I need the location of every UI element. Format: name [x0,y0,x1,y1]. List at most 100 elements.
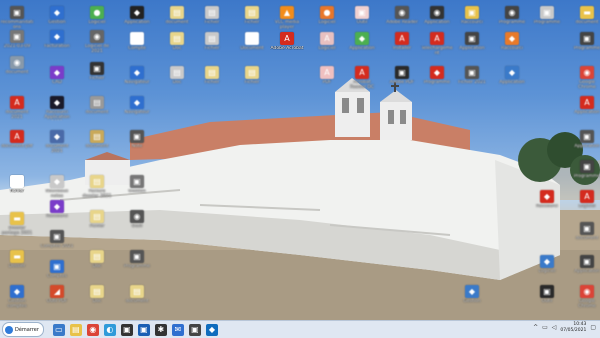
app-icon[interactable]: ▣ [188,323,201,336]
file-icon: ▤ [130,285,144,298]
desktop-icon[interactable]: ▬ Dossier [0,250,34,269]
desktop-icon[interactable]: ▣ Programme [570,32,600,51]
desktop-icon[interactable]: ▤ fichier [0,175,34,194]
desktop-icon[interactable]: ▣ Comptes [40,260,74,279]
edge-icon[interactable]: ◐ [103,323,116,336]
notifications-icon[interactable]: ▢ [590,324,596,331]
start-button[interactable]: Démarrer [2,322,44,337]
desktop-icon-label: Compte [128,46,146,51]
desktop-icon[interactable]: Adocument 2021 [0,96,34,120]
desktop-icon[interactable]: ▣ Adobe PDF [385,66,419,85]
desktop-icon[interactable]: ▣ Programme [570,160,600,179]
desktop-icon[interactable]: A Logiciel [570,190,600,209]
desktop-icon[interactable]: ◆ Gestion [455,285,489,304]
chrome-icon[interactable]: ◉ [86,323,99,336]
desktop-icon[interactable]: ▤ Document [235,32,269,51]
desktop-icon[interactable]: ▣ Application [570,130,600,149]
desktop-icon[interactable]: ◉ Application [420,6,454,25]
desktop-icon[interactable]: ▣ document [570,222,600,241]
desktop-icon[interactable]: A Logiciel [310,32,344,51]
desktop-icon[interactable]: Adocument pdf [0,130,34,149]
outlook-icon[interactable]: ◆ [205,323,218,336]
desktop-icon[interactable]: ▤ Fichier [80,210,114,229]
desktop-icon[interactable]: ◆ Programme [420,66,454,85]
desktop-icon[interactable]: ▤ Fichier [195,6,229,25]
desktop-icon[interactable]: ● Logiciel [310,6,344,25]
desktop-icon[interactable]: ▣ Fichier [80,62,114,81]
desktop-icon[interactable]: ◆ Raccourci [495,32,529,51]
desktop-icon[interactable]: ◢ Outil PDF [40,285,74,304]
clock[interactable]: 10:43 07/05/2021 [560,322,586,333]
desktop-icon[interactable]: ◆Raccourci Application 2021 [40,96,74,120]
desktop-icon[interactable]: ◆ Application [345,32,379,51]
desktop-icon[interactable]: ▣ Comptes 2021 [40,230,74,249]
desktop-icon[interactable]: ▤ Doc [80,250,114,269]
desktop-icon-label: Fichier [89,76,105,81]
desktop-icon[interactable]: ◆ Logiciel [530,255,564,274]
desktop-icon[interactable]: ◆ Raccourci [530,190,564,209]
desktop-icon[interactable]: ◉ Google Chrome [570,66,600,90]
desktop-icon[interactable]: ▬ document [570,6,600,25]
desktop-icon[interactable]: ▤ Fichier [195,66,229,85]
desktop-icon[interactable]: ▲ VLC media player [270,6,304,30]
desktop-icon[interactable]: ▣ Outil [345,6,379,25]
desktop-icon[interactable]: A PDF [310,66,344,85]
desktop-icon[interactable]: ▣ recommandations [0,6,34,30]
desktop-icon[interactable]: A Acrobat Reader DC [345,66,379,90]
desktop-icon[interactable]: ▤ Fichier [195,32,229,51]
desktop-icon[interactable]: ◆ Gestion comptes [0,285,34,309]
desktop-icon[interactable]: ● Logiciel [80,6,114,25]
desktop-icon[interactable]: ▣ Programme [530,6,564,25]
desktop-icon[interactable]: ▣ 2021-03-09 [0,30,34,49]
desktop-icon[interactable]: ▣ Application [455,32,489,51]
desktop-icon[interactable]: ▤ Fichier [235,66,269,85]
desktop-icon[interactable]: A Application [570,96,600,115]
desktop-icon[interactable]: ▣ Outil [530,285,564,304]
desktop-icon[interactable]: ▣ Fichier 2021 [455,66,489,85]
desktop-icon[interactable]: ▤ Facture dossier 2021 [80,175,114,199]
desktop-icon[interactable]: ▤ document [80,96,114,115]
desktop-icon[interactable]: A Installer [385,32,419,51]
desktop-icon[interactable]: ◆ Navigateur [120,96,154,115]
file-explorer-icon[interactable]: ▭ [52,323,65,336]
desktop-icon[interactable]: ◆ Facturation [40,30,74,49]
desktop-icon[interactable]: ◆ Navigateur [120,66,154,85]
app-icon[interactable]: ▣ [137,323,150,336]
desktop-icon[interactable]: ◆ Raccourci [40,200,74,219]
desktop-icon[interactable]: ▤ document [80,130,114,149]
desktop-icon[interactable]: ◉ Logiciel de 2021 [80,30,114,54]
volume-icon[interactable]: ◁ [552,324,557,331]
notes-icon[interactable]: ▤ [69,323,82,336]
desktop-icon[interactable]: ◆ Compte [120,32,154,51]
desktop-icon[interactable]: ◆ Nouveaux notes [40,175,74,199]
desktop-icon[interactable]: ◉ Outil [120,210,154,229]
settings-icon[interactable]: ✱ [154,323,167,336]
chevron-up-icon[interactable]: ^ [533,324,538,331]
desktop-icon[interactable]: ◆ Gestion [40,6,74,25]
desktop-icon[interactable]: ▤ Fichier [235,6,269,25]
desktop-icon[interactable]: ◆ document 2021 [40,130,74,154]
desktop-icon[interactable]: ◉ Adobe Reader [385,6,419,25]
desktop-icon[interactable]: ▤ document [160,6,194,25]
desktop-icon[interactable]: ▤ document [120,285,154,304]
desktop-icon[interactable]: ▣ Application [570,255,600,274]
desktop-icon[interactable]: ▣ Gestion [120,175,154,194]
desktop-icon[interactable]: ◆ Application [120,6,154,25]
desktop-icon[interactable]: ◉ document [0,56,34,75]
desktop-icon[interactable]: ◉ Google Chrome [570,285,600,309]
desktop-icon[interactable]: ◆ CAD [40,66,74,85]
desktop-icon[interactable]: A Adobe Acrobat [270,32,304,51]
desktop-icon[interactable]: ▣ Raccourci [455,6,489,25]
desktop-icon[interactable]: ▤ Doc [80,285,114,304]
desktop-icon[interactable]: ▣ Programme [120,250,154,269]
desktop-icon[interactable]: ▬Dossier partage 2021 pro [0,212,34,236]
network-icon[interactable]: ▭ [542,324,548,331]
desktop-icon[interactable]: A Telechargement [420,32,454,56]
desktop-icon[interactable]: ▤ Doc [160,32,194,51]
desktop-icon[interactable]: ◆ Application [495,66,529,85]
mail-icon[interactable]: ✉ [171,323,184,336]
desktop-icon[interactable]: ▤ Doc [160,66,194,85]
terminal-icon[interactable]: ▣ [120,323,133,336]
desktop-icon[interactable]: ◉ Programme [495,6,529,25]
desktop-icon[interactable]: ▣ Note [120,130,154,149]
